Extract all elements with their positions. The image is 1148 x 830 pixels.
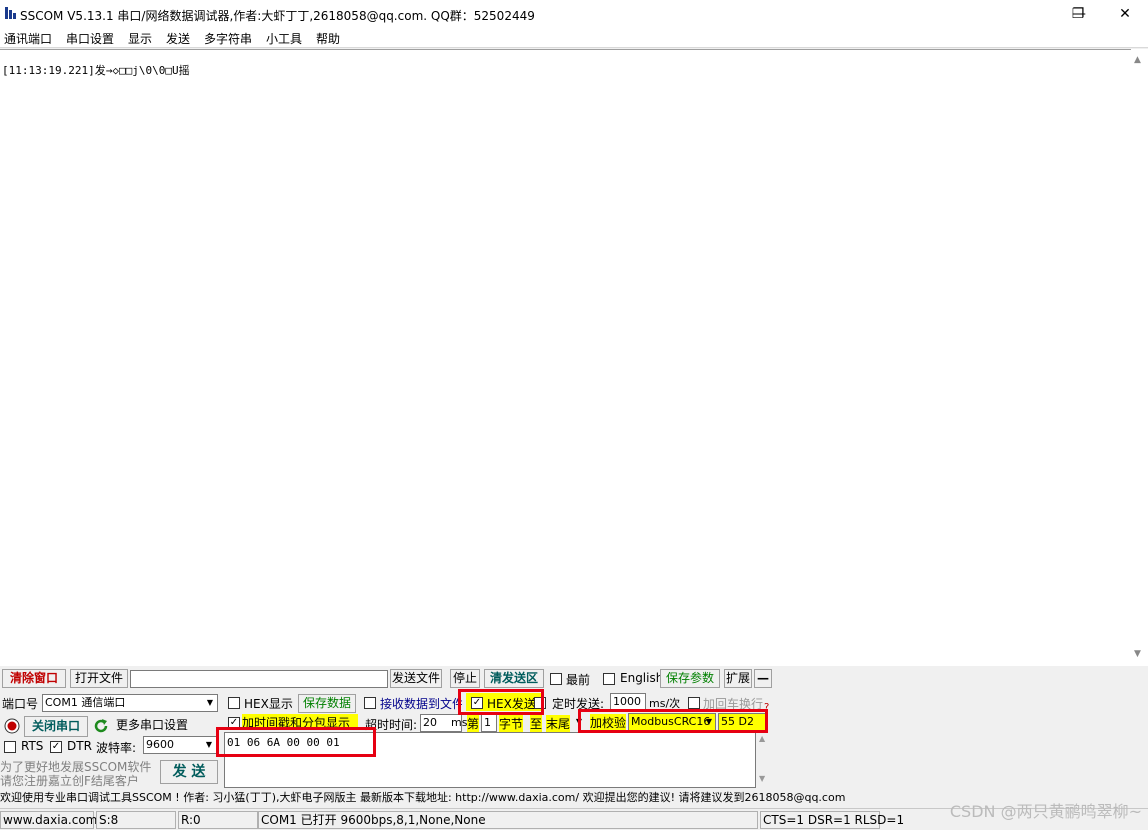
english-checkbox[interactable]	[603, 673, 615, 685]
promo-line-2[interactable]: 请您注册嘉立创F结尾客户	[0, 772, 139, 789]
recv-to-file-checkbox[interactable]	[364, 697, 376, 709]
collapse-button[interactable]: —	[754, 669, 772, 688]
topmost-label: 最前	[566, 673, 591, 687]
dtr-checkbox[interactable]: ✓	[50, 741, 62, 753]
menu-serial-settings[interactable]: 串口设置	[66, 30, 114, 47]
stop-button[interactable]: 停止	[450, 669, 480, 688]
more-settings-link[interactable]: 更多串口设置	[116, 716, 188, 733]
close-port-button[interactable]: 关闭串口	[24, 716, 88, 737]
byte-unit-label: 字节	[499, 715, 524, 732]
menu-comm-port[interactable]: 通讯端口	[4, 30, 52, 47]
status-signals: CTS=1 DSR=1 RLSD=1	[760, 811, 904, 829]
clear-window-button[interactable]: 清除窗口	[2, 669, 66, 688]
save-data-button[interactable]: 保存数据	[298, 694, 356, 713]
to-value[interactable]: 末尾	[546, 715, 571, 732]
baud-label: 波特率:	[96, 741, 137, 755]
menu-tools[interactable]: 小工具	[266, 30, 302, 47]
close-button[interactable]: ✕	[1102, 0, 1148, 28]
hex-display-label: HEX显示	[244, 697, 293, 711]
menu-multi-string[interactable]: 多字符串	[204, 30, 252, 47]
receive-scrollbar[interactable]: ▲ ▼	[1131, 49, 1148, 666]
scroll-down-icon[interactable]: ▼	[1134, 649, 1141, 659]
send-data-annotation-box	[216, 727, 376, 757]
status-recv-count: R:0	[178, 811, 258, 829]
byte-from-label: 第	[467, 715, 480, 732]
english-label: English	[620, 671, 664, 685]
status-site-link[interactable]: www.daxia.com	[0, 811, 97, 829]
baud-dropdown-icon[interactable]: ▼	[202, 737, 216, 753]
status-sent-count: S:8	[96, 811, 176, 829]
dtr-label: DTR	[67, 739, 92, 753]
restore-icon: ❐	[1071, 6, 1085, 22]
send-file-button[interactable]: 发送文件	[390, 669, 442, 688]
refresh-icon[interactable]	[92, 717, 110, 735]
receive-line: [11:13:19.221]发→◇□□j\0\0□U摇	[2, 64, 190, 77]
save-params-button[interactable]: 保存参数	[660, 669, 720, 688]
send-scroll-up-icon[interactable]: ▲	[759, 734, 765, 743]
send-scroll-down-icon[interactable]: ▼	[759, 774, 765, 783]
watermark: CSDN @两只黄鹂鸣翠柳~	[949, 802, 1142, 821]
to-label: 至	[530, 715, 543, 732]
rts-label: RTS	[21, 739, 44, 753]
title-bar: SSCOM V5.13.1 串口/网络数据调试器,作者:大虾丁丁,2618058…	[0, 0, 1148, 28]
chevron-down-icon[interactable]: ▼	[203, 695, 217, 711]
menu-help[interactable]: 帮助	[316, 30, 340, 47]
window-title: SSCOM V5.13.1 串口/网络数据调试器,作者:大虾丁丁,2618058…	[20, 9, 535, 23]
status-port-state: COM1 已打开 9600bps,8,1,None,None	[258, 811, 758, 829]
recv-to-file-label: 接收数据到文件	[380, 697, 462, 711]
timeout-unit-label: ms	[451, 716, 468, 729]
send-button[interactable]: 发 送	[160, 760, 218, 784]
maximize-button[interactable]: ❐	[1055, 0, 1101, 28]
menu-display[interactable]: 显示	[128, 30, 152, 47]
add-newline-checkbox[interactable]	[688, 697, 700, 709]
app-icon	[4, 6, 18, 20]
port-select[interactable]: COM1 通信端口	[42, 694, 218, 712]
receive-area[interactable]: [11:13:19.221]发→◇□□j\0\0□U摇	[0, 49, 1148, 666]
open-file-button[interactable]: 打开文件	[70, 669, 128, 688]
port-status-icon	[4, 718, 20, 734]
send-scrollbar[interactable]: ▲ ▼	[756, 732, 772, 788]
rts-checkbox[interactable]	[4, 741, 16, 753]
file-path-input[interactable]	[130, 670, 388, 688]
close-icon: ✕	[1119, 6, 1131, 22]
expand-button[interactable]: 扩展	[724, 669, 752, 688]
port-label: 端口号	[2, 697, 39, 711]
checksum-annotation-box	[578, 709, 768, 733]
menu-send[interactable]: 发送	[166, 30, 190, 47]
byte-from-input[interactable]: 1	[481, 714, 497, 732]
clear-send-button[interactable]: 清发送区	[484, 669, 544, 688]
menu-bar: 通讯端口 串口设置 显示 发送 多字符串 小工具 帮助	[0, 28, 1148, 48]
topmost-checkbox[interactable]	[550, 673, 562, 685]
hex-send-annotation-box	[458, 689, 544, 715]
hex-display-checkbox[interactable]	[228, 697, 240, 709]
scroll-up-icon[interactable]: ▲	[1134, 55, 1141, 65]
